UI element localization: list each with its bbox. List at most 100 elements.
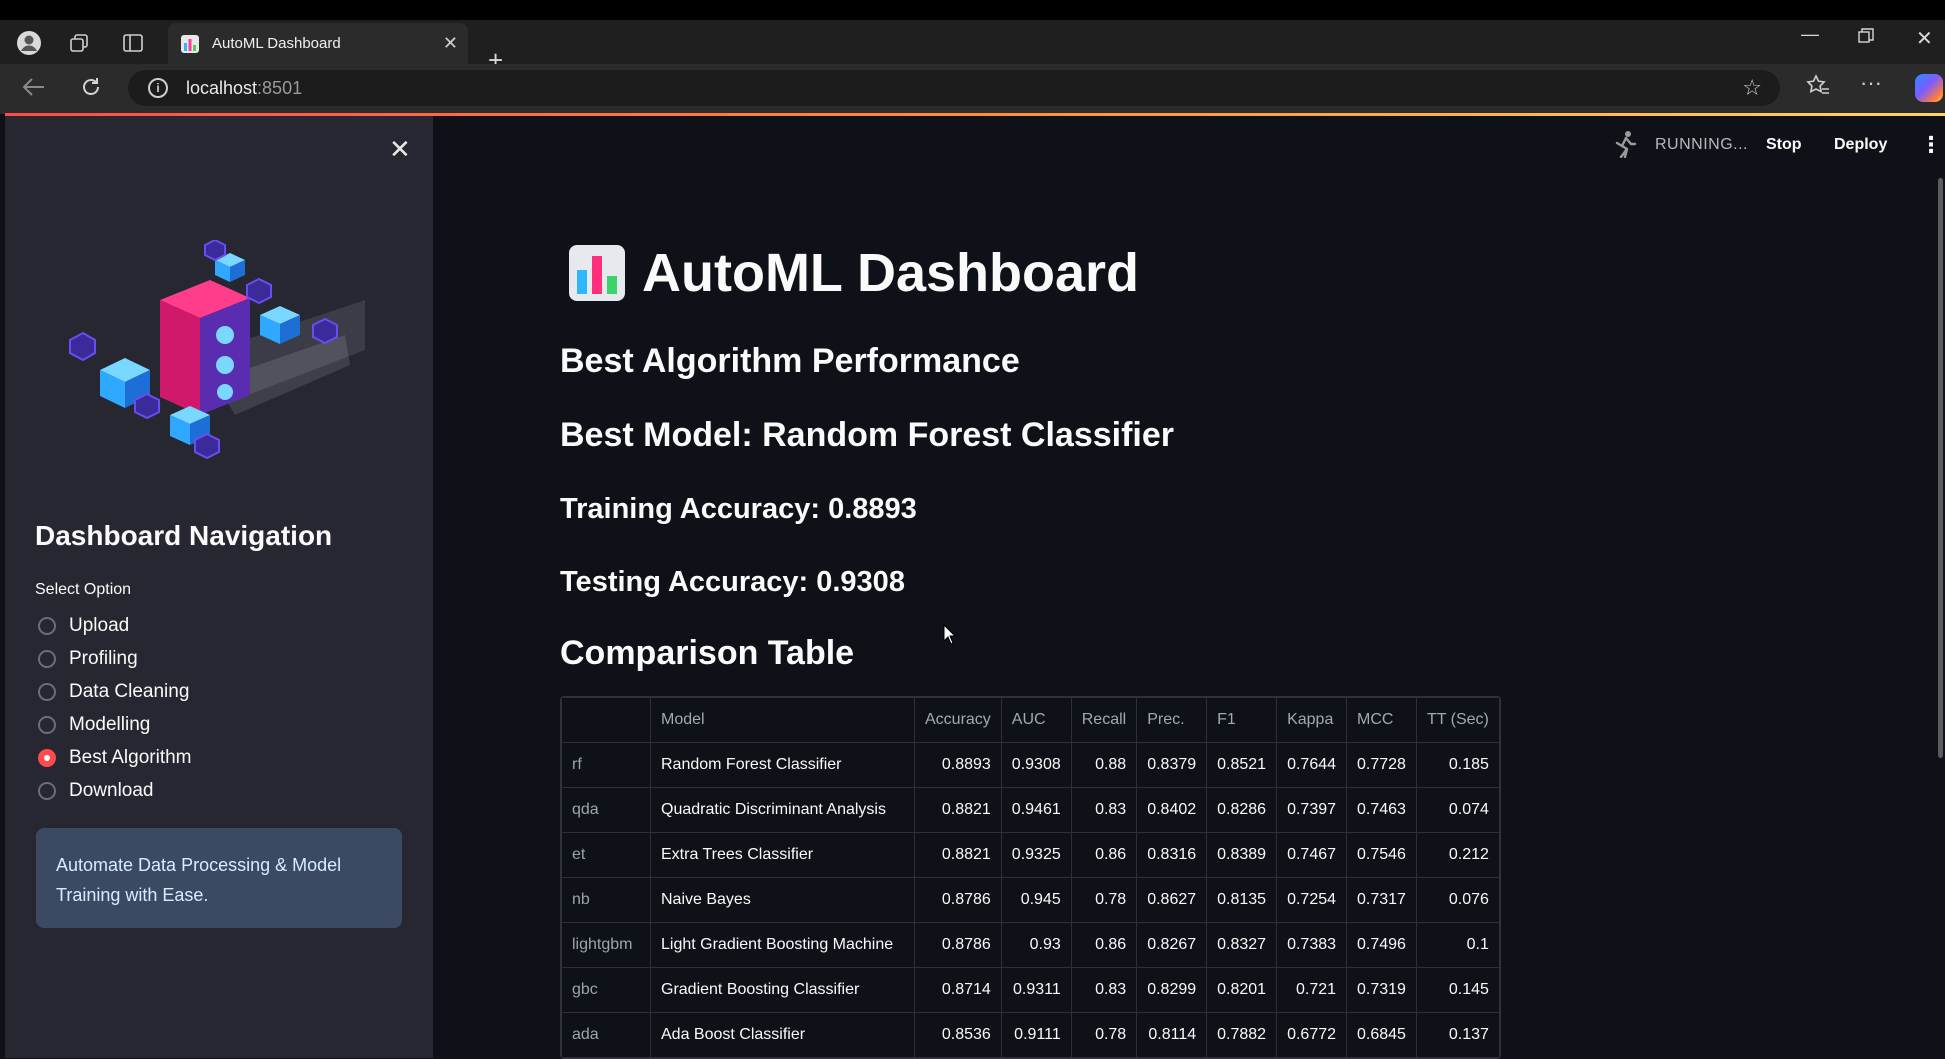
table-cell[interactable]: 0.7463 (1346, 787, 1417, 833)
table-cell[interactable]: 0.076 (1415, 877, 1500, 923)
radio-option-best-algorithm[interactable]: Best Algorithm (38, 741, 192, 774)
close-window-icon[interactable]: ✕ (1916, 26, 1933, 51)
favorite-star-icon[interactable]: ☆ (1742, 75, 1762, 101)
table-cell[interactable]: Quadratic Discriminant Analysis (650, 787, 915, 833)
table-cell[interactable]: 0.86 (1070, 922, 1138, 968)
table-cell[interactable]: 0.78 (1070, 1012, 1138, 1058)
table-cell[interactable]: 0.8389 (1206, 832, 1278, 878)
column-header-tt-sec[interactable]: TT (Sec) (1415, 697, 1500, 743)
workspaces-icon[interactable] (66, 30, 92, 56)
table-cell[interactable]: 0.8402 (1136, 787, 1208, 833)
radio-option-download[interactable]: Download (38, 774, 192, 807)
table-cell[interactable]: Random Forest Classifier (650, 742, 915, 788)
close-tab-icon[interactable]: ✕ (443, 33, 458, 54)
table-cell[interactable]: Light Gradient Boosting Machine (650, 922, 915, 968)
table-cell[interactable]: qda (561, 787, 651, 833)
main-scrollbar[interactable] (1938, 178, 1943, 758)
table-cell[interactable]: 0.93 (1000, 922, 1072, 968)
table-cell[interactable]: 0.8114 (1136, 1012, 1208, 1058)
table-cell[interactable]: ada (561, 1012, 651, 1058)
table-cell[interactable]: gbc (561, 967, 651, 1013)
profile-avatar-icon[interactable] (16, 30, 42, 56)
table-cell[interactable]: 0.7317 (1346, 877, 1417, 923)
table-cell[interactable]: 0.074 (1415, 787, 1500, 833)
table-cell[interactable]: nb (561, 877, 651, 923)
favorites-icon[interactable] (1806, 74, 1830, 102)
comparison-table[interactable]: Model Accuracy AUC Recall Prec. F1 Kappa… (560, 696, 1501, 1059)
table-cell[interactable]: Extra Trees Classifier (650, 832, 915, 878)
table-cell[interactable]: 0.7319 (1346, 967, 1417, 1013)
table-cell[interactable]: 0.8714 (914, 967, 1002, 1013)
table-cell[interactable]: Gradient Boosting Classifier (650, 967, 915, 1013)
radio-option-modelling[interactable]: Modelling (38, 708, 192, 741)
column-header-auc[interactable]: AUC (1000, 697, 1072, 743)
column-header-f1[interactable]: F1 (1206, 697, 1278, 743)
table-cell[interactable]: 0.8267 (1136, 922, 1208, 968)
table-cell[interactable]: 0.8893 (914, 742, 1002, 788)
table-cell[interactable]: 0.145 (1415, 967, 1500, 1013)
deploy-button[interactable]: Deploy (1834, 136, 1887, 154)
table-cell[interactable]: 0.9308 (1000, 742, 1072, 788)
table-cell[interactable]: 0.9111 (1000, 1012, 1072, 1058)
more-options-icon[interactable]: ··· (1860, 70, 1882, 96)
table-cell[interactable]: 0.78 (1070, 877, 1138, 923)
table-cell[interactable]: 0.8521 (1206, 742, 1278, 788)
table-cell[interactable]: 0.212 (1415, 832, 1500, 878)
table-cell[interactable]: 0.7467 (1276, 832, 1348, 878)
table-cell[interactable]: 0.7397 (1276, 787, 1348, 833)
radio-option-data-cleaning[interactable]: Data Cleaning (38, 675, 192, 708)
table-cell[interactable]: 0.8536 (914, 1012, 1002, 1058)
column-header-accuracy[interactable]: Accuracy (914, 697, 1002, 743)
column-header-recall[interactable]: Recall (1070, 697, 1138, 743)
column-header-kappa[interactable]: Kappa (1276, 697, 1348, 743)
table-cell[interactable]: 0.6845 (1346, 1012, 1417, 1058)
table-cell[interactable]: Ada Boost Classifier (650, 1012, 915, 1058)
table-cell[interactable]: lightgbm (561, 922, 651, 968)
table-cell[interactable]: 0.945 (1000, 877, 1072, 923)
radio-button-download[interactable] (38, 781, 56, 800)
column-header-prec[interactable]: Prec. (1136, 697, 1208, 743)
table-cell[interactable]: 0.88 (1070, 742, 1138, 788)
address-bar[interactable]: i localhost:8501 ☆ (128, 70, 1780, 106)
table-cell[interactable]: 0.8135 (1206, 877, 1278, 923)
table-cell[interactable]: 0.8821 (914, 832, 1002, 878)
table-cell[interactable]: 0.8316 (1136, 832, 1208, 878)
table-cell[interactable]: 0.9311 (1000, 967, 1072, 1013)
table-cell[interactable]: 0.8286 (1206, 787, 1278, 833)
table-cell[interactable]: 0.7644 (1276, 742, 1348, 788)
table-cell[interactable]: 0.8786 (914, 877, 1002, 923)
table-cell[interactable]: 0.7383 (1276, 922, 1348, 968)
reload-icon[interactable] (80, 76, 102, 104)
radio-button-data-cleaning[interactable] (38, 682, 56, 701)
back-arrow-icon[interactable] (22, 76, 46, 104)
column-header-mcc[interactable]: MCC (1346, 697, 1417, 743)
table-cell[interactable]: 0.8201 (1206, 967, 1278, 1013)
table-cell[interactable]: 0.7546 (1346, 832, 1417, 878)
column-header-index[interactable] (561, 697, 651, 743)
table-cell[interactable]: rf (561, 742, 651, 788)
table-cell[interactable]: 0.83 (1070, 967, 1138, 1013)
table-cell[interactable]: 0.7882 (1206, 1012, 1278, 1058)
close-sidebar-icon[interactable]: ✕ (389, 134, 411, 165)
minimize-window-icon[interactable]: — (1801, 24, 1819, 45)
radio-button-modelling[interactable] (38, 715, 56, 734)
radio-option-profiling[interactable]: Profiling (38, 642, 192, 675)
table-cell[interactable]: Naive Bayes (650, 877, 915, 923)
table-cell[interactable]: 0.137 (1415, 1012, 1500, 1058)
vertical-tabs-icon[interactable] (120, 30, 146, 56)
radio-option-upload[interactable]: Upload (38, 609, 192, 642)
table-cell[interactable]: 0.8786 (914, 922, 1002, 968)
radio-button-upload[interactable] (38, 616, 56, 635)
table-cell[interactable]: 0.8299 (1136, 967, 1208, 1013)
table-cell[interactable]: 0.8627 (1136, 877, 1208, 923)
table-cell[interactable]: 0.7254 (1276, 877, 1348, 923)
radio-button-profiling[interactable] (38, 649, 56, 668)
table-cell[interactable]: 0.7496 (1346, 922, 1417, 968)
restore-window-icon[interactable] (1858, 28, 1874, 49)
table-cell[interactable]: 0.9325 (1000, 832, 1072, 878)
column-header-model[interactable]: Model (650, 697, 915, 743)
table-cell[interactable]: 0.9461 (1000, 787, 1072, 833)
site-info-icon[interactable]: i (148, 78, 168, 98)
table-cell[interactable]: 0.6772 (1276, 1012, 1348, 1058)
table-cell[interactable]: et (561, 832, 651, 878)
